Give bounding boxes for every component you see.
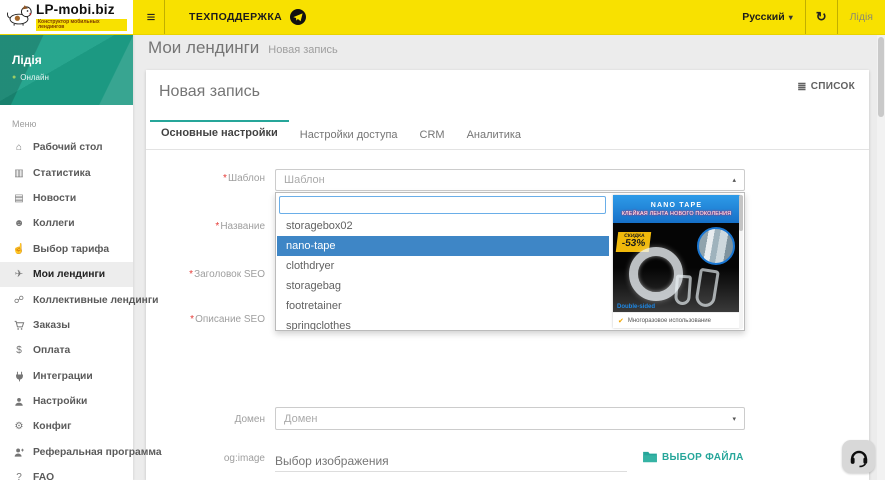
dropdown-option[interactable]: clothdryer — [277, 256, 609, 276]
chevron-down-icon: ▾ — [732, 415, 736, 423]
page-scrollbar[interactable] — [877, 35, 885, 480]
tab-crm[interactable]: CRM — [409, 120, 456, 149]
preview-photo: СКИДКА -53% Double-sided — [613, 223, 740, 312]
cart-icon — [12, 320, 26, 331]
sidebar-item-settings[interactable]: Настройки — [0, 389, 133, 414]
sidebar-item-referral[interactable]: Реферальная программа — [0, 440, 133, 465]
sidebar-item-config[interactable]: ⚙ Конфиг — [0, 414, 133, 439]
brand-tagline: Конструктор мобильных лендингов — [36, 19, 127, 31]
sidebar-item-news[interactable]: ▤ Новости — [0, 186, 133, 211]
tape-strip-graphic — [674, 274, 692, 305]
rocket-icon: ✈ — [12, 269, 26, 280]
telegram-icon — [290, 9, 306, 25]
brand-name: LP-mobi.biz — [36, 3, 127, 17]
breadcrumb-section: Мои лендинги — [148, 38, 259, 58]
template-label: *Шаблон — [150, 173, 265, 184]
dropdown-scrollbar[interactable] — [739, 195, 743, 329]
check-icon: ✔ — [618, 317, 624, 325]
tab-bar: Основные настройки Настройки доступа CRM… — [146, 120, 869, 150]
gears-icon: ⚙ — [12, 421, 26, 432]
menu-section-label: Меню — [12, 119, 121, 129]
sidebar-user-panel: Лідія ● Онлайн — [0, 35, 133, 105]
tape-strip-graphic — [694, 268, 720, 309]
list-icon: ≣ — [797, 80, 807, 93]
name-label: *Название — [150, 221, 265, 232]
sidebar-item-desktop[interactable]: ⌂ Рабочий стол — [0, 135, 133, 160]
choose-file-button[interactable]: ВЫБОР ФАЙЛА — [643, 451, 744, 463]
seo-description-label: *Описание SEO — [150, 314, 265, 325]
folder-icon — [643, 451, 657, 463]
dropdown-option[interactable]: storagebox02 — [277, 216, 609, 236]
support-chat-widget[interactable] — [842, 440, 875, 473]
logo[interactable]: LP-mobi.biz Конструктор мобильных лендин… — [0, 0, 133, 34]
sidebar-item-orders[interactable]: Заказы — [0, 313, 133, 338]
question-icon: ? — [12, 472, 26, 480]
tab-main-settings[interactable]: Основные настройки — [150, 120, 289, 149]
sidebar-item-tariff[interactable]: ☝ Выбор тарифа — [0, 237, 133, 262]
chevron-down-icon: ▾ — [789, 13, 793, 22]
online-status-label: Онлайн — [20, 73, 49, 82]
sidebar-item-statistics[interactable]: ▥ Статистика — [0, 160, 133, 185]
domain-select[interactable]: Домен ▾ — [275, 407, 745, 430]
sidebar-item-my-landings[interactable]: ✈ Мои лендинги — [0, 262, 133, 287]
dropdown-scrollbar-thumb[interactable] — [739, 195, 743, 231]
sidebar-item-integrations[interactable]: Интеграции — [0, 364, 133, 389]
dropdown-option-highlighted[interactable]: nano-tape — [277, 236, 609, 256]
dropdown-option[interactable]: storagebag — [277, 276, 609, 296]
dropdown-search-input[interactable] — [279, 196, 606, 214]
dropdown-option[interactable]: footretainer — [277, 296, 609, 316]
sidebar-item-colleagues[interactable]: ☻ Коллеги — [0, 211, 133, 236]
chevron-up-icon: ▴ — [732, 176, 736, 184]
headset-icon — [848, 446, 870, 468]
domain-label: Домен — [150, 414, 265, 425]
hamburger-menu-icon[interactable]: ≡ — [138, 0, 164, 34]
topbar: LP-mobi.biz Конструктор мобильных лендин… — [0, 0, 885, 35]
preview-title: NANO TAPE — [651, 202, 703, 209]
language-selector[interactable]: Русский ▾ — [730, 0, 804, 34]
sidebar-item-payment[interactable]: $ Оплата — [0, 338, 133, 363]
page-title: Новая запись — [159, 83, 855, 101]
online-status-icon: ● — [12, 74, 16, 81]
plug-icon — [12, 371, 26, 382]
tab-analytics[interactable]: Аналитика — [456, 120, 532, 149]
breadcrumb: Мои лендинги Новая запись — [148, 38, 338, 58]
app-window: LP-mobi.biz Конструктор мобильных лендин… — [0, 0, 885, 480]
user-icon — [12, 397, 26, 407]
newspaper-icon: ▤ — [12, 193, 26, 204]
template-dropdown: storagebox02 nano-tape clothdryer storag… — [275, 192, 745, 331]
dropdown-option[interactable]: springclothes — [277, 316, 609, 331]
support-button[interactable]: ТЕХПОДДЕРЖКА — [165, 0, 326, 34]
preview-subtitle: КЛЕЙКАЯ ЛЕНТА НОВОГО ПОКОЛЕНИЯ — [622, 211, 732, 217]
preview-feature: Многоразовое использование — [628, 318, 711, 324]
hand-pointer-icon: ☝ — [12, 244, 26, 255]
preview-inset-photo — [697, 227, 735, 265]
topbar-username[interactable]: Лідія — [838, 0, 885, 34]
desktop-icon: ⌂ — [12, 142, 26, 153]
user-name: Лідія — [12, 53, 133, 67]
sidebar-item-faq[interactable]: ? FAQ — [0, 465, 133, 480]
refresh-icon[interactable]: ↻ — [806, 0, 837, 34]
page-scrollbar-thumb[interactable] — [878, 37, 884, 117]
template-select[interactable]: Шаблон ▴ — [275, 169, 745, 191]
dog-logo-icon — [6, 3, 32, 32]
dollar-icon: $ — [12, 345, 26, 356]
og-image-input[interactable] — [275, 450, 627, 472]
language-label: Русский — [742, 11, 784, 23]
support-label: ТЕХПОДДЕРЖКА — [189, 11, 282, 23]
preview-caption: Double-sided — [617, 304, 655, 310]
tab-access-settings[interactable]: Настройки доступа — [289, 120, 409, 149]
og-image-label: og:image — [150, 453, 265, 464]
content-card: Новая запись ≣ СПИСОК Основные настройки… — [146, 70, 869, 480]
form-area: *Шаблон Шаблон ▴ *Название *Заголовок SE… — [146, 150, 869, 480]
share-icon: ☍ — [12, 295, 26, 306]
users-icon: ☻ — [12, 218, 26, 229]
bar-chart-icon: ▥ — [12, 168, 26, 179]
breadcrumb-current: Новая запись — [268, 44, 337, 56]
template-preview: NANO TAPE КЛЕЙКАЯ ЛЕНТА НОВОГО ПОКОЛЕНИЯ… — [613, 195, 740, 328]
user-plus-icon — [12, 447, 26, 458]
seo-title-label: *Заголовок SEO — [150, 269, 265, 280]
sidebar: Лідія ● Онлайн Меню ⌂ Рабочий стол ▥ Ста… — [0, 35, 133, 480]
sidebar-item-collective-landings[interactable]: ☍ Коллективные лендинги — [0, 287, 133, 312]
list-button[interactable]: ≣ СПИСОК — [797, 80, 855, 93]
